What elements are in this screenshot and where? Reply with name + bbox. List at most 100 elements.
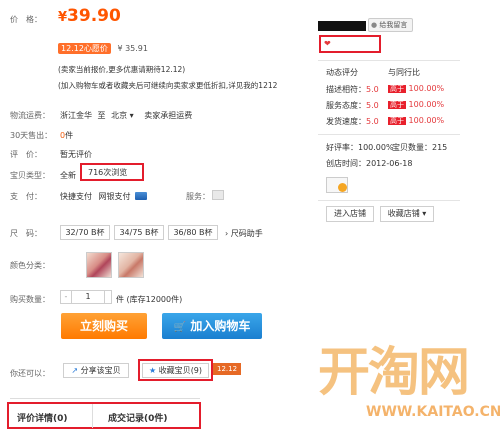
leave-message-label: 给我留言 [379,21,408,29]
shipping-to[interactable]: 北京 [111,111,127,120]
rating-row-desc: 描述相符：5.0 [326,84,379,95]
shipping-info: 浙江金华 至 北京 ▾ 卖家承担运费 [60,110,192,121]
quantity-input[interactable]: 1 [71,290,105,304]
higher-tag: 高于 [388,101,406,109]
price-amount: 39.90 [67,6,121,26]
buy-now-button[interactable]: 立刻购买 [61,313,147,339]
collect-shop-label: 收藏店铺 [387,209,420,218]
tab-transactions[interactable]: 成交记录(0件) [108,411,168,424]
quantity-stock: 件 (库存12000件) [116,295,183,304]
promo-row: 12.12心愿价 ¥ 35.91 [58,43,148,54]
add-to-cart-button[interactable]: 🛒 加入购物车 [162,313,262,339]
rating-title: 动态评分 [326,68,358,77]
rating-score: 5.0 [366,85,379,94]
size-label: 尺 码： [10,229,42,238]
color-label: 颜色分类： [10,261,50,270]
rating-row-shipping: 发货速度：5.0 [326,116,379,127]
shipping-label: 物流运费： [10,111,50,120]
higher-tag: 高于 [388,85,406,93]
service-icon [212,190,224,200]
color-swatch-2[interactable] [118,252,144,278]
collect-shop-button[interactable]: 收藏店铺 ▾ [380,206,434,222]
rating-label: 服务态度： [326,101,366,110]
views-count: 716 [88,168,104,177]
price-display: ¥39.90 [58,6,121,26]
sales-label: 30天售出： [10,131,53,140]
tab-reviews-label: 评价详情 [17,414,54,424]
rating-row-service: 服务态度：5.0 [326,100,379,111]
service-label: 服务： [186,192,210,201]
size-option-34[interactable]: 34/75 B杯 [114,225,164,240]
views-highlight-box: 716次浏览 [80,163,144,181]
promo-price: ¥ 35.91 [117,44,148,53]
add-to-cart-label: 加入购物车 [190,319,251,333]
watermark-logo: 开淘网 [318,343,470,403]
rating-score: 5.0 [366,101,379,110]
seller-divider-2 [318,134,460,135]
watermark-url: WWW.KAITAO.CN [366,404,500,420]
size-option-32[interactable]: 32/70 B杯 [60,225,110,240]
size-helper-link[interactable]: › 尺码助手 [225,228,263,239]
chevron-down-icon: ▾ [422,209,427,218]
tab-separator [92,404,93,428]
chat-icon: ● [371,21,378,29]
enter-shop-button[interactable]: 进入店铺 [326,206,374,222]
quantity-label: 购买数量： [10,295,50,304]
rating-label: 描述相符： [326,85,366,94]
compare-row-shipping: 高于 100.00% [388,116,444,126]
share-label: 你还可以： [10,369,50,378]
views-suffix: 次浏览 [103,168,128,177]
certified-icon [338,183,347,192]
sales-unit: 件 [65,131,74,140]
payment-quick: 快捷支付 [60,192,92,201]
tab-reviews-count: (0) [53,414,68,424]
chevron-down-icon[interactable]: ▾ [130,111,134,120]
price-label: 价 格： [10,15,42,24]
collect-item-label: 收藏宝贝 [158,366,191,375]
review-label: 评 价： [10,150,42,159]
tab-transactions-count: (0件) [144,414,168,424]
quantity-stepper[interactable] [104,290,112,304]
item-count: 宝贝数量：215 [392,143,448,152]
color-swatch-1[interactable] [86,252,112,278]
size-option-36[interactable]: 36/80 B杯 [168,225,218,240]
collect-item-button[interactable]: ★ 收藏宝贝(9) [142,363,209,378]
card-icon [135,192,147,200]
compare-title: 与同行比 [388,68,420,77]
tabs-divider [10,398,200,399]
payment-label: 支 付： [10,192,42,201]
rating-label: 发货速度： [326,117,366,126]
share-item-button[interactable]: ↗ 分享该宝贝 [63,363,129,378]
promo-badge: 12.12 [213,363,242,375]
rating-score: 5.0 [366,117,379,126]
promo-tag: 12.12心愿价 [58,43,111,54]
tab-reviews[interactable]: 评价详情(0) [17,411,68,424]
shipping-policy: 卖家承担运费 [144,111,193,120]
item-type-label: 宝贝类型： [10,171,50,180]
shipping-sep: 至 [97,111,106,120]
collect-count: (9) [190,366,203,375]
heart-icon: ❤ [324,39,331,48]
review-value[interactable]: 暂无评价 [60,149,92,160]
promo-note-2: (加入购物车或者收藏夹后可继续向卖家求更低折扣,详见我的1212 [58,81,278,90]
sales-value: 0件 [60,130,73,141]
leave-message-button[interactable]: ● 给我留言 [368,18,413,32]
seller-name-redacted [318,21,366,31]
ruler-icon: › [225,229,229,238]
seller-divider-1 [318,60,460,61]
share-item-label: 分享该宝贝 [80,366,121,375]
compare-pct: 100.00% [408,116,445,125]
currency-symbol: ¥ [58,10,68,25]
cart-icon: 🛒 [173,322,187,333]
higher-tag: 高于 [388,117,406,125]
share-icon: ↗ [71,366,79,375]
size-helper-text: 尺码助手 [230,229,263,238]
compare-row-service: 高于 100.00% [388,100,444,110]
item-type-value: 全新 [60,171,76,180]
seller-divider-3 [318,200,460,201]
compare-row-desc: 高于 100.00% [388,84,444,94]
compare-pct: 100.00% [408,100,445,109]
tab-transactions-label: 成交记录 [108,414,145,424]
payment-options: 快捷支付 网银支付 [60,191,131,202]
shipping-from: 浙江金华 [60,111,92,120]
